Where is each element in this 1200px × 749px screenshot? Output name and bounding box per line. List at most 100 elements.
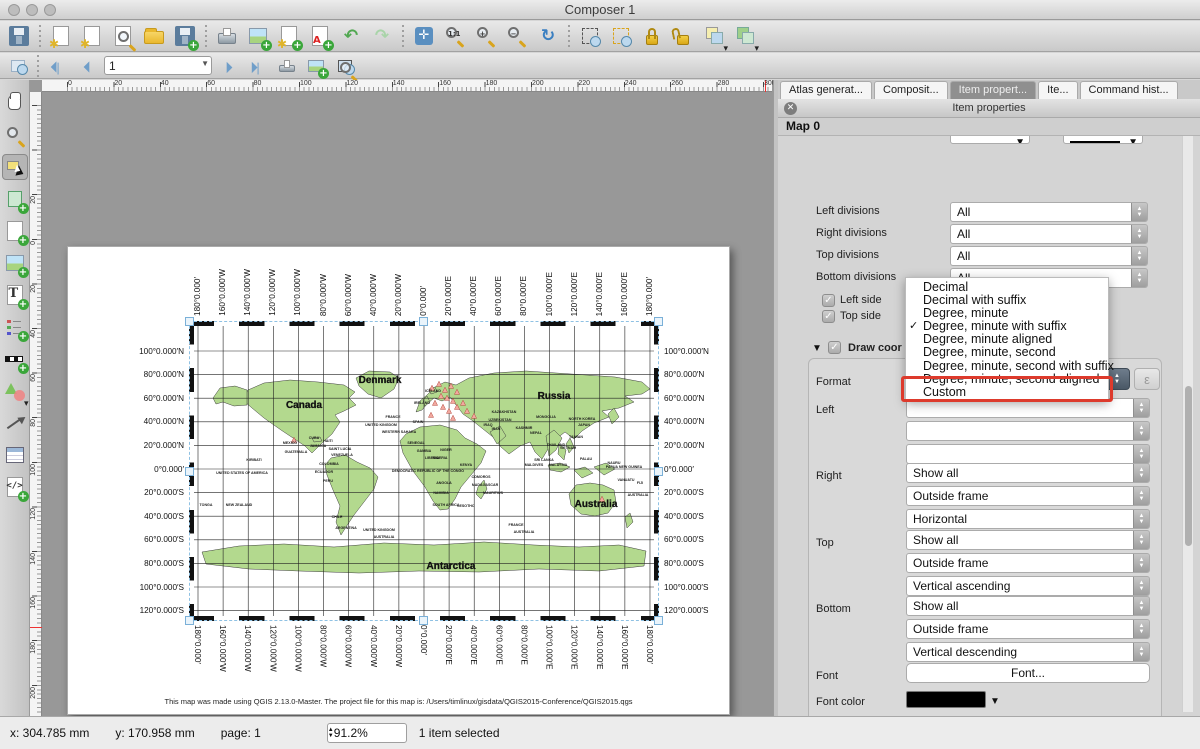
atlas-settings-icon[interactable] — [333, 55, 357, 77]
resize-handle[interactable] — [185, 467, 194, 476]
graticule-label: 100°0.000′E — [545, 625, 554, 669]
left-divisions-combo[interactable]: All▲▼ — [950, 202, 1148, 222]
font-color-dropdown-icon[interactable]: ▼ — [990, 696, 1000, 707]
graticule-label: 140°0.000′W — [243, 269, 252, 316]
zoom-level-combo[interactable]: 91.2% ▲▼ — [327, 723, 407, 743]
add-arrow-icon[interactable] — [2, 410, 28, 436]
composition-canvas[interactable]: This map was made using QGIS 2.13.0-Mast… — [42, 92, 773, 716]
paper-page[interactable]: This map was made using QGIS 2.13.0-Mast… — [67, 246, 730, 715]
top-position-combo[interactable]: Outside frame▲▼ — [906, 553, 1150, 573]
zoom-in-icon[interactable]: + — [473, 23, 499, 49]
select-move-item-icon[interactable] — [2, 154, 28, 180]
add-new-scalebar-icon[interactable] — [2, 346, 28, 372]
save-as-icon[interactable] — [172, 23, 198, 49]
graticule-label: 80°0.000′E — [519, 625, 528, 665]
graticule-label: 40°0.000′S — [144, 512, 184, 521]
resize-handle[interactable] — [419, 616, 428, 625]
collapse-arrow-icon[interactable]: ▼ — [812, 343, 822, 354]
zoom-full-icon[interactable]: ✛ — [411, 23, 437, 49]
bottom-show-combo[interactable]: Show all▲▼ — [906, 596, 1150, 616]
add-attribute-table-icon[interactable] — [2, 442, 28, 468]
draw-coordinates-checkbox[interactable]: ✓ — [828, 341, 841, 354]
add-basic-shape-icon[interactable] — [2, 378, 28, 404]
refresh-icon[interactable]: ↻ — [535, 23, 561, 49]
print-atlas-icon[interactable] — [275, 55, 299, 77]
resize-handle[interactable] — [654, 467, 663, 476]
font-button[interactable]: Font... — [906, 663, 1150, 683]
left-side-checkbox[interactable]: ✓ — [822, 294, 835, 307]
ruler-number: 20 — [30, 285, 37, 293]
open-icon[interactable] — [141, 23, 167, 49]
tab-command-hist[interactable]: Command hist... — [1080, 81, 1178, 99]
tab-item-propert[interactable]: Item propert... — [950, 81, 1036, 99]
pan-icon[interactable] — [2, 90, 28, 116]
menu-item-degree-minute-second-with-suffix[interactable]: Degree, minute, second with suffix — [906, 360, 1108, 373]
lock-items-icon[interactable] — [639, 23, 665, 49]
tab-composit[interactable]: Composit... — [874, 81, 948, 99]
menu-item-degree-minute-second[interactable]: Degree, minute, second — [906, 346, 1108, 359]
line-style-combo-cutoff[interactable]: ▼ — [950, 136, 1030, 144]
right-divisions-combo[interactable]: All▲▼ — [950, 224, 1148, 244]
zoom-tool-icon[interactable] — [2, 122, 28, 148]
resize-handle[interactable] — [654, 317, 663, 326]
export-svg-icon[interactable] — [276, 23, 302, 49]
last-feature-icon[interactable]: ⏵▏ — [246, 55, 270, 77]
atlas-page-combo[interactable]: 1 ▼ — [104, 56, 212, 75]
new-composition-icon[interactable] — [48, 23, 74, 49]
save-project-icon[interactable] — [6, 23, 32, 49]
scrollbar-thumb[interactable] — [1185, 386, 1192, 546]
ruler-number: 260 — [671, 80, 683, 87]
top-show-combo[interactable]: Show all▲▼ — [906, 530, 1150, 550]
top-divisions-combo[interactable]: All▲▼ — [950, 246, 1148, 266]
print-icon[interactable] — [214, 23, 240, 49]
resize-handle[interactable] — [185, 616, 194, 625]
font-color-swatch[interactable] — [906, 691, 986, 708]
group-items-icon[interactable] — [732, 23, 758, 49]
tab-ite[interactable]: Ite... — [1038, 81, 1077, 99]
right-direction-combo[interactable]: Horizontal▲▼ — [906, 509, 1150, 529]
close-panel-icon[interactable]: ✕ — [784, 102, 797, 115]
graticule-label: 100°0.000′N — [664, 347, 709, 356]
export-image-icon[interactable] — [245, 23, 271, 49]
top-side-checkbox[interactable]: ✓ — [822, 310, 835, 323]
add-html-frame-icon[interactable] — [2, 474, 28, 500]
duplicate-composition-icon[interactable] — [79, 23, 105, 49]
add-new-map-icon[interactable] — [2, 218, 28, 244]
undo-icon[interactable]: ↶ — [338, 23, 364, 49]
export-atlas-icon[interactable] — [304, 55, 328, 77]
previous-feature-icon[interactable]: ⏴ — [75, 55, 99, 77]
select-marquee-icon[interactable] — [577, 23, 603, 49]
add-new-label-icon[interactable] — [2, 282, 28, 308]
right-show-combo[interactable]: Show all▲▼ — [906, 463, 1150, 483]
export-pdf-icon[interactable] — [307, 23, 333, 49]
resize-handle[interactable] — [419, 317, 428, 326]
redo-icon[interactable]: ↷ — [369, 23, 395, 49]
graticule-label: 60°0.000′S — [144, 535, 184, 544]
move-item-content-icon[interactable] — [2, 186, 28, 212]
bottom-direction-combo[interactable]: Vertical descending▲▼ — [906, 642, 1150, 662]
left-position-combo[interactable]: ▲▼ — [906, 421, 1150, 441]
select-marquee-nodes-icon[interactable] — [608, 23, 634, 49]
unlock-items-icon[interactable] — [670, 23, 696, 49]
zoom-actual-icon[interactable]: 1:1 — [442, 23, 468, 49]
zoom-out-icon[interactable]: − — [504, 23, 530, 49]
top-direction-combo[interactable]: Vertical ascending▲▼ — [906, 576, 1150, 596]
right-position-combo[interactable]: Outside frame▲▼ — [906, 486, 1150, 506]
add-new-legend-icon[interactable] — [2, 314, 28, 340]
resize-handle[interactable] — [185, 317, 194, 326]
map-item[interactable]: ICELANDIRELANDFRANCESPAINUNITED KINGDOMW… — [189, 321, 659, 621]
atlas-preview-icon[interactable] — [6, 55, 30, 77]
add-image-icon[interactable] — [2, 250, 28, 276]
panel-scrollbar[interactable] — [1182, 136, 1193, 712]
tab-atlas-generat[interactable]: Atlas generat... — [780, 81, 872, 99]
bottom-position-combo[interactable]: Outside frame▲▼ — [906, 619, 1150, 639]
expression-button[interactable]: ε — [1134, 368, 1160, 390]
next-feature-icon[interactable]: ⏵ — [217, 55, 241, 77]
left-direction-combo[interactable]: ▲▼ — [906, 444, 1150, 464]
raise-items-icon[interactable] — [701, 23, 727, 49]
line-color-combo-cutoff[interactable]: ▼ — [1063, 136, 1143, 144]
composer-manager-icon[interactable] — [110, 23, 136, 49]
graticule-label: 100°0.000′S — [664, 583, 708, 592]
resize-handle[interactable] — [654, 616, 663, 625]
first-feature-icon[interactable]: ⏴▏ — [46, 55, 70, 77]
